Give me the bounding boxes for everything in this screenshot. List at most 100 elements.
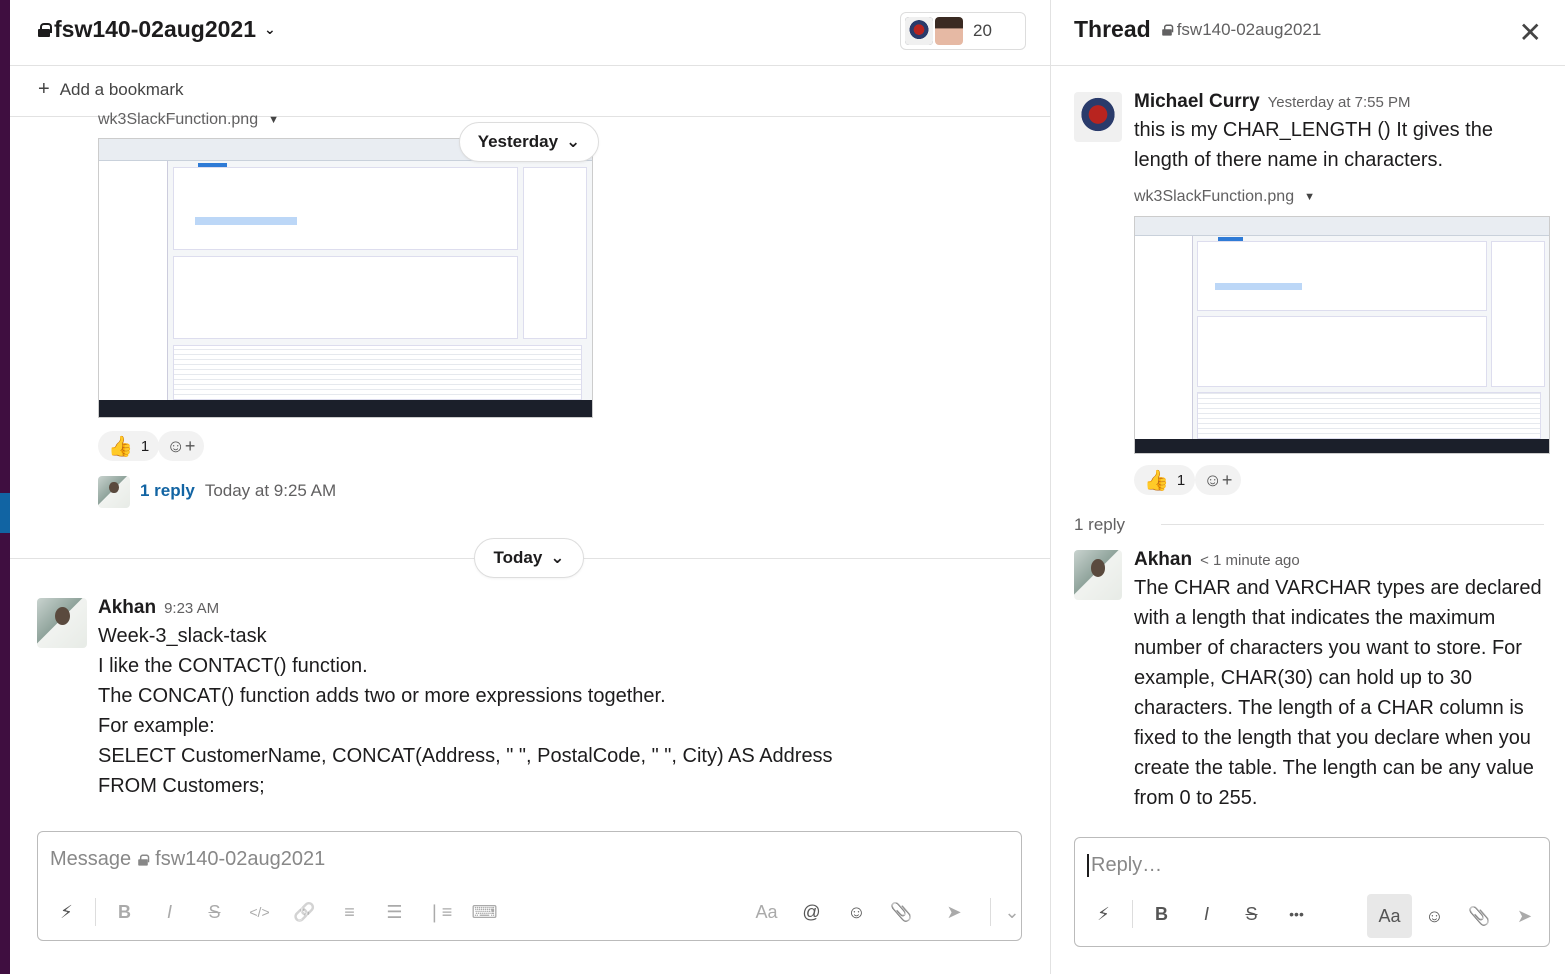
- chevron-down-icon: ⌄: [566, 132, 581, 151]
- add-bookmark-button[interactable]: + Add a bookmark: [38, 78, 183, 101]
- thread-title: Thread: [1074, 16, 1151, 42]
- message-author[interactable]: Akhan: [1134, 549, 1192, 571]
- thread-reply-count: 1 reply: [1074, 515, 1126, 534]
- reaction-thumbs-up[interactable]: 👍 1: [1134, 465, 1196, 495]
- message-time[interactable]: 9:23 AM: [164, 600, 219, 617]
- message-author[interactable]: Akhan: [98, 597, 156, 619]
- reply-placeholder: Reply…: [1091, 854, 1163, 876]
- ordered-list-icon[interactable]: ≡: [327, 902, 372, 923]
- members-button[interactable]: 20: [900, 12, 1026, 50]
- channel-title-button[interactable]: fsw140-02aug2021 ⌄: [38, 16, 276, 43]
- add-reaction-icon: ☺+: [166, 435, 196, 456]
- image-attachment[interactable]: [98, 138, 593, 418]
- reaction-count: 1: [1176, 471, 1186, 489]
- member-avatar: [905, 17, 933, 45]
- strikethrough-icon[interactable]: S: [1229, 904, 1274, 925]
- format-icon[interactable]: Aa: [1367, 894, 1412, 938]
- message-line: FROM Customers;: [98, 775, 265, 797]
- date-divider-yesterday[interactable]: Yesterday ⌄: [459, 122, 599, 162]
- emoji-icon[interactable]: ☺: [834, 902, 879, 923]
- reply-toolbar: ⚡ B I S •••: [1081, 900, 1319, 928]
- message-body: Week-3_slack-task I like the CONTACT() f…: [98, 621, 833, 801]
- mention-icon[interactable]: @: [789, 902, 834, 923]
- reply-count-divider: [1161, 524, 1544, 525]
- avatar: [98, 476, 130, 508]
- image-attachment[interactable]: [1134, 216, 1550, 454]
- message: Akhan 9:23 AM Week-3_slack-task I like t…: [98, 597, 833, 801]
- message-author[interactable]: Michael Curry: [1134, 91, 1260, 113]
- file-name-toggle[interactable]: wk3SlackFunction.png ▼: [98, 111, 279, 129]
- message-line: The CONCAT() function adds two or more e…: [98, 685, 666, 707]
- message-line: For example:: [98, 715, 215, 737]
- code-icon[interactable]: </>: [237, 904, 282, 920]
- shortcuts-icon[interactable]: ⚡: [44, 902, 89, 923]
- close-icon[interactable]: ✕: [1519, 16, 1542, 49]
- channel-header: fsw140-02aug2021 ⌄ 20: [10, 0, 1050, 66]
- message-time[interactable]: < 1 minute ago: [1200, 552, 1300, 569]
- attach-icon[interactable]: 📎: [1457, 906, 1502, 927]
- date-divider-today[interactable]: Today ⌄: [474, 538, 584, 578]
- composer-actions: Aa @ ☺ 📎 ➤ ⌄: [744, 898, 1027, 926]
- blockquote-icon[interactable]: ❘≡: [417, 902, 462, 923]
- file-name-toggle[interactable]: wk3SlackFunction.png ▼: [1134, 188, 1315, 206]
- bullet-list-icon[interactable]: ☰: [372, 902, 417, 923]
- chevron-down-icon: ⌄: [550, 548, 565, 567]
- message-composer[interactable]: Message fsw140-02aug2021 ⚡ B I S </> 🔗 ≡…: [37, 831, 1022, 941]
- caret-down-icon: ▼: [1304, 191, 1315, 203]
- reply-composer[interactable]: Reply… ⚡ B I S ••• Aa ☺ 📎 ➤: [1074, 837, 1550, 947]
- thread-channel[interactable]: fsw140-02aug2021: [1161, 20, 1321, 40]
- reply-actions: Aa ☺ 📎 ➤: [1367, 894, 1547, 938]
- reaction-thumbs-up[interactable]: 👍 1: [98, 431, 160, 461]
- message-line: SELECT CustomerName, CONCAT(Address, " "…: [98, 745, 833, 767]
- add-reaction-button[interactable]: ☺+: [158, 431, 204, 461]
- thread-pane: Thread fsw140-02aug2021 ✕ Michael Curry …: [1050, 0, 1565, 974]
- italic-icon[interactable]: I: [1184, 904, 1229, 925]
- workspace-sidebar-edge: [0, 0, 10, 974]
- thumbs-up-icon: 👍: [1144, 469, 1169, 492]
- reply-input[interactable]: Reply…: [1087, 854, 1162, 877]
- thread-reply-message: Akhan < 1 minute ago The CHAR and VARCHA…: [1134, 549, 1554, 813]
- file-name: wk3SlackFunction.png: [1134, 188, 1295, 205]
- message-time[interactable]: Yesterday at 7:55 PM: [1268, 94, 1411, 111]
- active-indicator: [0, 493, 10, 533]
- date-label: Today: [493, 548, 543, 567]
- format-icon[interactable]: Aa: [744, 902, 789, 923]
- formatting-toolbar: ⚡ B I S </> 🔗 ≡ ☰ ❘≡ ⌨: [44, 898, 507, 926]
- message-input[interactable]: Message fsw140-02aug2021: [50, 848, 325, 871]
- add-bookmark-label: Add a bookmark: [59, 79, 184, 99]
- send-icon[interactable]: ➤: [1502, 906, 1547, 927]
- lock-icon: [138, 853, 150, 866]
- more-formatting-icon[interactable]: •••: [1274, 906, 1319, 922]
- file-name: wk3SlackFunction.png: [98, 111, 259, 128]
- send-options-icon[interactable]: ⌄: [997, 902, 1027, 923]
- attach-icon[interactable]: 📎: [879, 902, 924, 923]
- placeholder-prefix: Message: [50, 848, 132, 870]
- bold-icon[interactable]: B: [1139, 904, 1184, 925]
- date-label: Yesterday: [477, 132, 559, 151]
- thumbs-up-icon: 👍: [108, 435, 133, 458]
- reaction-count: 1: [140, 437, 150, 455]
- placeholder-channel: fsw140-02aug2021: [155, 848, 326, 870]
- message-body: The CHAR and VARCHAR types are declared …: [1134, 577, 1542, 809]
- strikethrough-icon[interactable]: S: [192, 902, 237, 923]
- plus-icon: +: [38, 78, 50, 100]
- member-avatar: [935, 17, 963, 45]
- shortcuts-icon[interactable]: ⚡: [1081, 904, 1126, 925]
- add-reaction-button[interactable]: ☺+: [1195, 465, 1241, 495]
- send-icon[interactable]: ➤: [924, 902, 984, 923]
- emoji-icon[interactable]: ☺: [1412, 906, 1457, 927]
- member-count: 20: [973, 21, 992, 40]
- caret-down-icon: ▼: [268, 114, 279, 126]
- message-line: I like the CONTACT() function.: [98, 655, 368, 677]
- message-line: Week-3_slack-task: [98, 625, 267, 647]
- italic-icon[interactable]: I: [147, 902, 192, 923]
- channel-name: fsw140-02aug2021: [54, 16, 257, 42]
- link-icon[interactable]: 🔗: [282, 902, 327, 923]
- avatar[interactable]: [37, 598, 87, 648]
- code-block-icon[interactable]: ⌨: [462, 902, 507, 923]
- avatar[interactable]: [1074, 92, 1122, 142]
- bold-icon[interactable]: B: [102, 902, 147, 923]
- thread-replies-link[interactable]: 1 reply Today at 9:25 AM: [140, 481, 336, 501]
- avatar[interactable]: [1074, 550, 1122, 600]
- thread-header: Thread fsw140-02aug2021 ✕: [1051, 0, 1565, 66]
